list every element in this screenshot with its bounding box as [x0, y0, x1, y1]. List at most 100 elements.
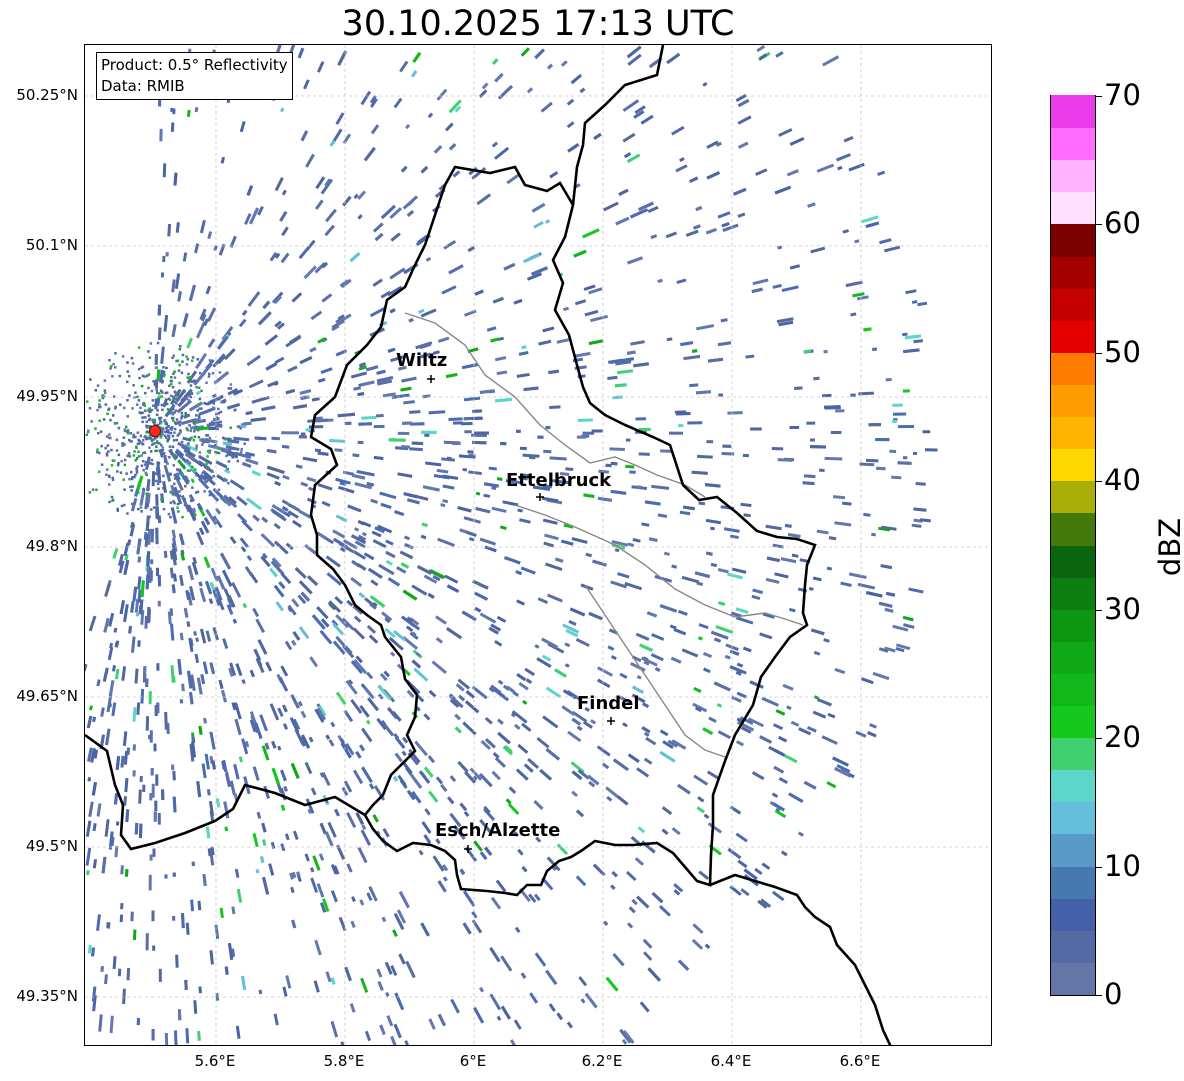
- echo-gate: [136, 431, 140, 434]
- echo-gate: [199, 587, 207, 603]
- echo-gate: [194, 653, 200, 664]
- colorbar-segment: [1051, 223, 1095, 257]
- echo-gate: [126, 361, 129, 364]
- echo-gate: [721, 221, 730, 228]
- echo-gate: [203, 556, 211, 569]
- echo-gate: [863, 327, 872, 332]
- echo-gate: [376, 369, 386, 375]
- echo-gate: [826, 566, 833, 571]
- echo-gate: [457, 761, 469, 773]
- echo-gate: [670, 656, 682, 664]
- echo-gate: [317, 483, 333, 491]
- echo-gate: [436, 88, 448, 101]
- echo-gate: [566, 98, 575, 106]
- echo-gate: [526, 87, 534, 94]
- echo-gate: [582, 228, 600, 239]
- echo-gate: [271, 436, 280, 441]
- echo-gate: [786, 705, 792, 710]
- echo-gate: [675, 164, 688, 173]
- echo-gate: [303, 265, 317, 280]
- echo-gate: [363, 147, 376, 162]
- echo-gate: [735, 607, 749, 614]
- echo-gate: [163, 314, 169, 332]
- echo-gate: [190, 499, 193, 502]
- echo-gate: [497, 718, 504, 725]
- echo-gate: [208, 436, 212, 440]
- echo-gate: [710, 630, 729, 640]
- echo-gate: [727, 411, 743, 415]
- echo-gate: [789, 264, 801, 270]
- echo-gate: [399, 550, 414, 560]
- echo-gate: [474, 289, 484, 296]
- echo-gate: [138, 789, 142, 804]
- echo-gate: [149, 730, 153, 743]
- echo-gate: [566, 121, 575, 129]
- echo-gate: [474, 606, 482, 613]
- echo-gate: [166, 722, 170, 735]
- echo-gate: [241, 679, 246, 685]
- echo-gate: [285, 542, 294, 551]
- echo-gate: [132, 744, 137, 751]
- echo-gate: [310, 787, 317, 796]
- echo-gate: [812, 576, 822, 582]
- echo-gate: [669, 624, 677, 630]
- echo-gate: [875, 438, 890, 442]
- echo-gate: [260, 533, 276, 548]
- colorbar-tick: [1096, 866, 1102, 868]
- echo-gate: [103, 379, 107, 382]
- echo-gate: [177, 1009, 182, 1021]
- echo-gate: [234, 718, 242, 736]
- echo-gate: [379, 491, 397, 500]
- echo-gate: [872, 671, 890, 681]
- echo-gate: [625, 438, 631, 442]
- echo-gate: [542, 715, 559, 729]
- echo-gate: [185, 363, 189, 366]
- echo-gate: [569, 607, 586, 617]
- echo-gate: [174, 493, 177, 497]
- echo-gate: [199, 219, 206, 234]
- echo-gate: [91, 781, 97, 796]
- echo-gate: [902, 389, 910, 393]
- echo-gate: [105, 728, 111, 746]
- echo-gate: [394, 752, 403, 763]
- echo-gate: [211, 372, 215, 375]
- echo-gate: [193, 1000, 198, 1014]
- echo-gate: [681, 575, 700, 584]
- echo-gate: [138, 823, 143, 839]
- echo-gate: [123, 463, 127, 467]
- echo-gate: [195, 474, 198, 477]
- echo-gate: [278, 581, 286, 590]
- echo-gate: [835, 409, 845, 413]
- echo-gate: [119, 471, 123, 474]
- echo-gate: [238, 318, 247, 328]
- echo-gate: [134, 391, 137, 394]
- echo-gate: [917, 301, 928, 307]
- echo-gate: [692, 349, 698, 353]
- echo-gate: [679, 510, 691, 516]
- echo-gate: [677, 609, 688, 616]
- echo-gate: [666, 337, 673, 342]
- echo-gate: [484, 545, 497, 553]
- echo-gate: [361, 727, 373, 743]
- echo-gate: [85, 847, 92, 866]
- echo-gate: [499, 525, 507, 530]
- echo-gate: [243, 442, 246, 445]
- echo-gate: [544, 533, 559, 541]
- echo-gate: [478, 89, 488, 98]
- echo-gate: [724, 654, 731, 660]
- echo-gate: [443, 239, 457, 250]
- echo-gate: [246, 185, 254, 196]
- echo-gate: [522, 699, 528, 705]
- echo-gate: [696, 581, 704, 587]
- echo-gate: [537, 435, 544, 439]
- echo-gate: [209, 731, 216, 750]
- echo-gate: [147, 608, 151, 623]
- echo-gate: [357, 392, 365, 397]
- echo-gate: [96, 803, 102, 817]
- radar-map[interactable]: [84, 44, 992, 1046]
- echo-gate: [380, 502, 392, 510]
- echo-gate: [172, 573, 177, 582]
- echo-gate: [861, 215, 879, 224]
- echo-gate: [188, 691, 194, 705]
- echo-gate: [282, 474, 290, 480]
